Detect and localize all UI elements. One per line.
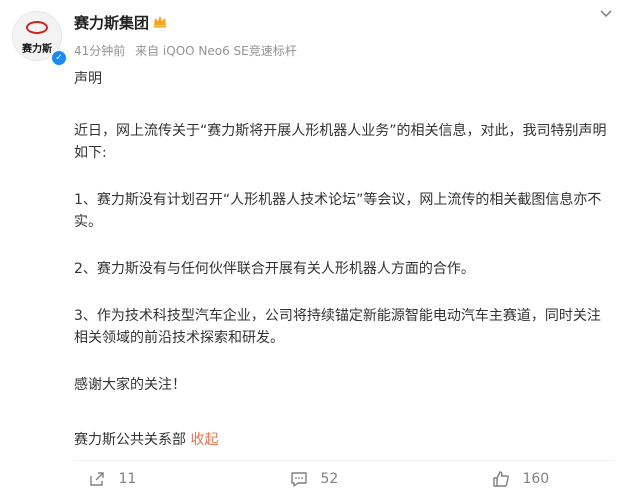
share-icon: [88, 470, 106, 488]
like-count: 160: [522, 471, 550, 487]
crown-icon[interactable]: [152, 13, 168, 29]
post-meta: 41分钟前 来自 iQOO Neo6 SE竞速标杆: [74, 42, 303, 59]
post-signature: 赛力斯公共关系部: [74, 432, 186, 448]
share-button[interactable]: 11: [88, 470, 136, 490]
account-name[interactable]: 赛力斯集团: [74, 12, 149, 33]
comment-count: 52: [320, 471, 339, 487]
post-time[interactable]: 41分钟前: [74, 44, 125, 58]
thumbs-up-icon: [492, 470, 510, 488]
post-paragraph-1: 1、赛力斯没有计划召开“人形机器人技术论坛”等会议，网上流传的相关截图信息亦不实…: [74, 192, 602, 230]
chevron-down-icon[interactable]: [596, 8, 616, 24]
post-paragraph-2: 2、赛力斯没有与任何伙伴联合开展有关人形机器人方面的合作。: [74, 261, 475, 277]
weibo-post-card: 赛力斯 ✓ 赛力斯集团 41分钟前 来自 iQOO Neo6 SE竞速标杆 声明…: [0, 0, 637, 504]
post-heading: 声明: [74, 71, 102, 87]
logo-icon: [26, 21, 48, 34]
post-paragraph-intro: 近日，网上流传关于“赛力斯将开展人形机器人业务”的相关信息，对此，我司特别声明如…: [74, 123, 607, 161]
divider: [74, 460, 614, 461]
post-paragraph-thanks: 感谢大家的关注！: [74, 377, 186, 393]
like-button[interactable]: 160: [492, 470, 549, 490]
post-signature-line: 赛力斯公共关系部 收起: [74, 429, 614, 451]
comment-button[interactable]: 52: [290, 470, 338, 490]
comment-icon: [290, 470, 308, 488]
share-count: 11: [118, 471, 137, 487]
post-paragraph-3: 3、作为技术科技型汽车企业，公司将持续锚定新能源智能电动汽车主赛道，同时关注相关…: [74, 308, 601, 346]
post-source: 来自 iQOO Neo6 SE竞速标杆: [135, 44, 297, 58]
verified-icon: ✓: [50, 49, 68, 67]
collapse-link[interactable]: 收起: [190, 432, 218, 448]
